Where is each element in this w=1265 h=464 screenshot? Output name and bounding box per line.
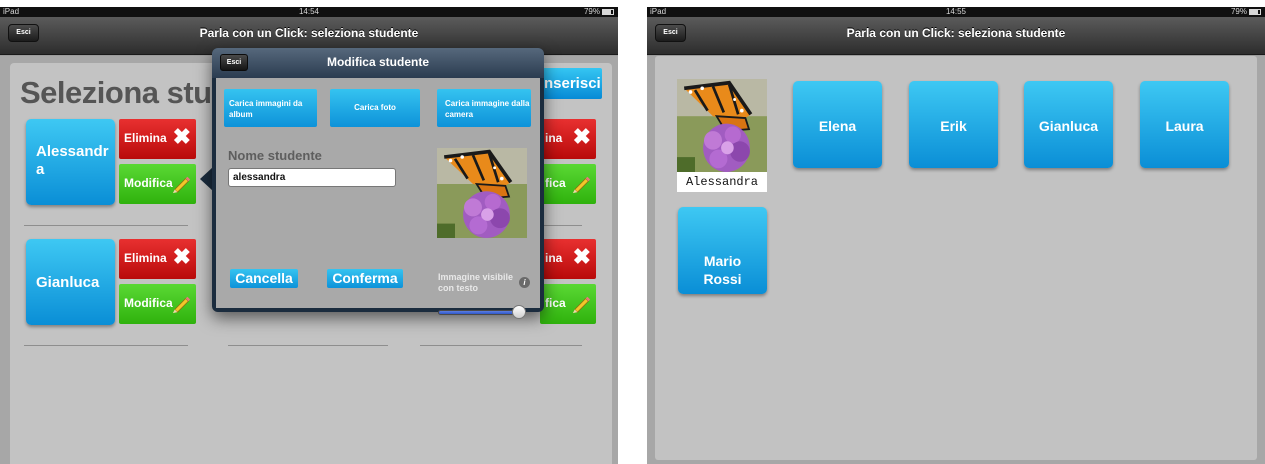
load-album-label: Carica immagini da album: [229, 99, 303, 119]
pencil-icon: [572, 176, 591, 194]
delete-button[interactable]: Elimina ✖: [119, 239, 196, 279]
x-icon: ✖: [172, 124, 191, 149]
x-icon: ✖: [572, 124, 591, 149]
name-field-label: Nome studente: [228, 148, 322, 163]
x-icon: ✖: [572, 244, 591, 269]
nav-bar: Esci Parla con un Click: seleziona stude…: [647, 17, 1265, 55]
delete-label: ina: [545, 131, 563, 145]
divider: [228, 345, 388, 346]
delete-label: ina: [545, 251, 563, 265]
delete-label: Elimina: [124, 131, 167, 145]
divider: [24, 225, 188, 226]
info-icon[interactable]: i: [519, 277, 530, 288]
student-tile-mario-rossi[interactable]: Mario Rossi: [678, 207, 767, 294]
edit-button[interactable]: Modifica: [119, 284, 196, 324]
student-tile-alessandra[interactable]: Alessandra: [677, 79, 767, 192]
student-name: Elena: [818, 118, 857, 134]
confirm-button[interactable]: Conferma: [327, 269, 403, 288]
load-photo-label: Carica foto: [354, 103, 396, 112]
clock: 14:55: [945, 7, 967, 16]
delete-label: Elimina: [124, 251, 167, 265]
edit-student-popover: Esci Modifica studente Carica immagini d…: [212, 48, 544, 319]
edit-label: Modifica: [124, 296, 173, 310]
student-photo: [677, 79, 767, 172]
right-screen: iPad 14:55 79% Esci Parla con un Click: …: [647, 7, 1265, 464]
student-photo: [437, 148, 527, 238]
student-name: Alessandra: [677, 172, 767, 192]
battery-icon: [602, 9, 614, 15]
edit-button[interactable]: Modifica: [119, 164, 196, 204]
clock: 14:54: [298, 7, 320, 16]
nav-title: Parla con un Click: seleziona studente: [199, 26, 419, 40]
battery-percent: 79%: [1230, 7, 1247, 16]
load-camera-button[interactable]: Carica immagine dalla camera: [437, 89, 531, 127]
battery-percent: 79%: [583, 7, 600, 16]
popover-header: Esci Modifica studente: [212, 48, 544, 78]
edit-label: fica: [545, 176, 566, 190]
delete-button-partial[interactable]: ina ✖: [540, 239, 596, 279]
pencil-icon: [172, 176, 191, 194]
left-screen: iPad 14:54 79% Esci Parla con un Click: …: [0, 7, 618, 464]
popover-body: Carica immagini da album Carica foto Car…: [216, 78, 540, 319]
divider: [420, 345, 582, 346]
battery-indicator: 79%: [584, 7, 614, 17]
edit-button-partial[interactable]: fica: [540, 284, 596, 324]
student-name: Gianluca: [1038, 118, 1099, 134]
student-name: Laura: [1165, 118, 1204, 134]
student-tile-gianluca[interactable]: Gianluca: [1024, 81, 1113, 168]
status-bar: iPad 14:55 79%: [647, 7, 1265, 17]
insert-button[interactable]: nserisci: [540, 68, 602, 99]
battery-indicator: 79%: [1231, 7, 1261, 17]
student-tile-laura[interactable]: Laura: [1140, 81, 1229, 168]
edit-label: Modifica: [124, 176, 173, 190]
visibility-slider[interactable]: [438, 310, 522, 315]
student-name: Mario Rossi: [703, 253, 742, 287]
battery-icon: [1249, 9, 1261, 15]
divider: [24, 345, 188, 346]
edit-button-partial[interactable]: fica: [540, 164, 596, 204]
student-card-alessandra[interactable]: Alessandr a: [26, 119, 115, 205]
load-camera-label: Carica immagine dalla camera: [445, 99, 530, 119]
delete-button-partial[interactable]: ina ✖: [540, 119, 596, 159]
cancel-button[interactable]: Cancella: [230, 269, 298, 288]
status-bar: iPad 14:54 79%: [0, 7, 618, 17]
student-tile-erik[interactable]: Erik: [909, 81, 998, 168]
edit-label: fica: [545, 296, 566, 310]
load-album-button[interactable]: Carica immagini da album: [224, 89, 317, 127]
delete-button[interactable]: Elimina ✖: [119, 119, 196, 159]
student-name: Alessandr a: [36, 143, 109, 178]
visibility-slider-knob[interactable]: [512, 305, 526, 319]
page-title: Seleziona stud: [20, 75, 231, 110]
student-name: Gianluca: [36, 274, 100, 291]
student-tile-elena[interactable]: Elena: [793, 81, 882, 168]
student-name-input[interactable]: [228, 168, 396, 187]
x-icon: ✖: [172, 244, 191, 269]
visible-with-text-label: Immagine visibile con testo: [438, 272, 514, 293]
popover-title: Modifica studente: [326, 55, 429, 69]
student-card-gianluca[interactable]: Gianluca: [26, 239, 115, 325]
pencil-icon: [172, 296, 191, 314]
nav-title: Parla con un Click: seleziona studente: [846, 26, 1066, 40]
load-photo-button[interactable]: Carica foto: [330, 89, 420, 127]
pencil-icon: [572, 296, 591, 314]
student-name: Erik: [940, 118, 967, 134]
